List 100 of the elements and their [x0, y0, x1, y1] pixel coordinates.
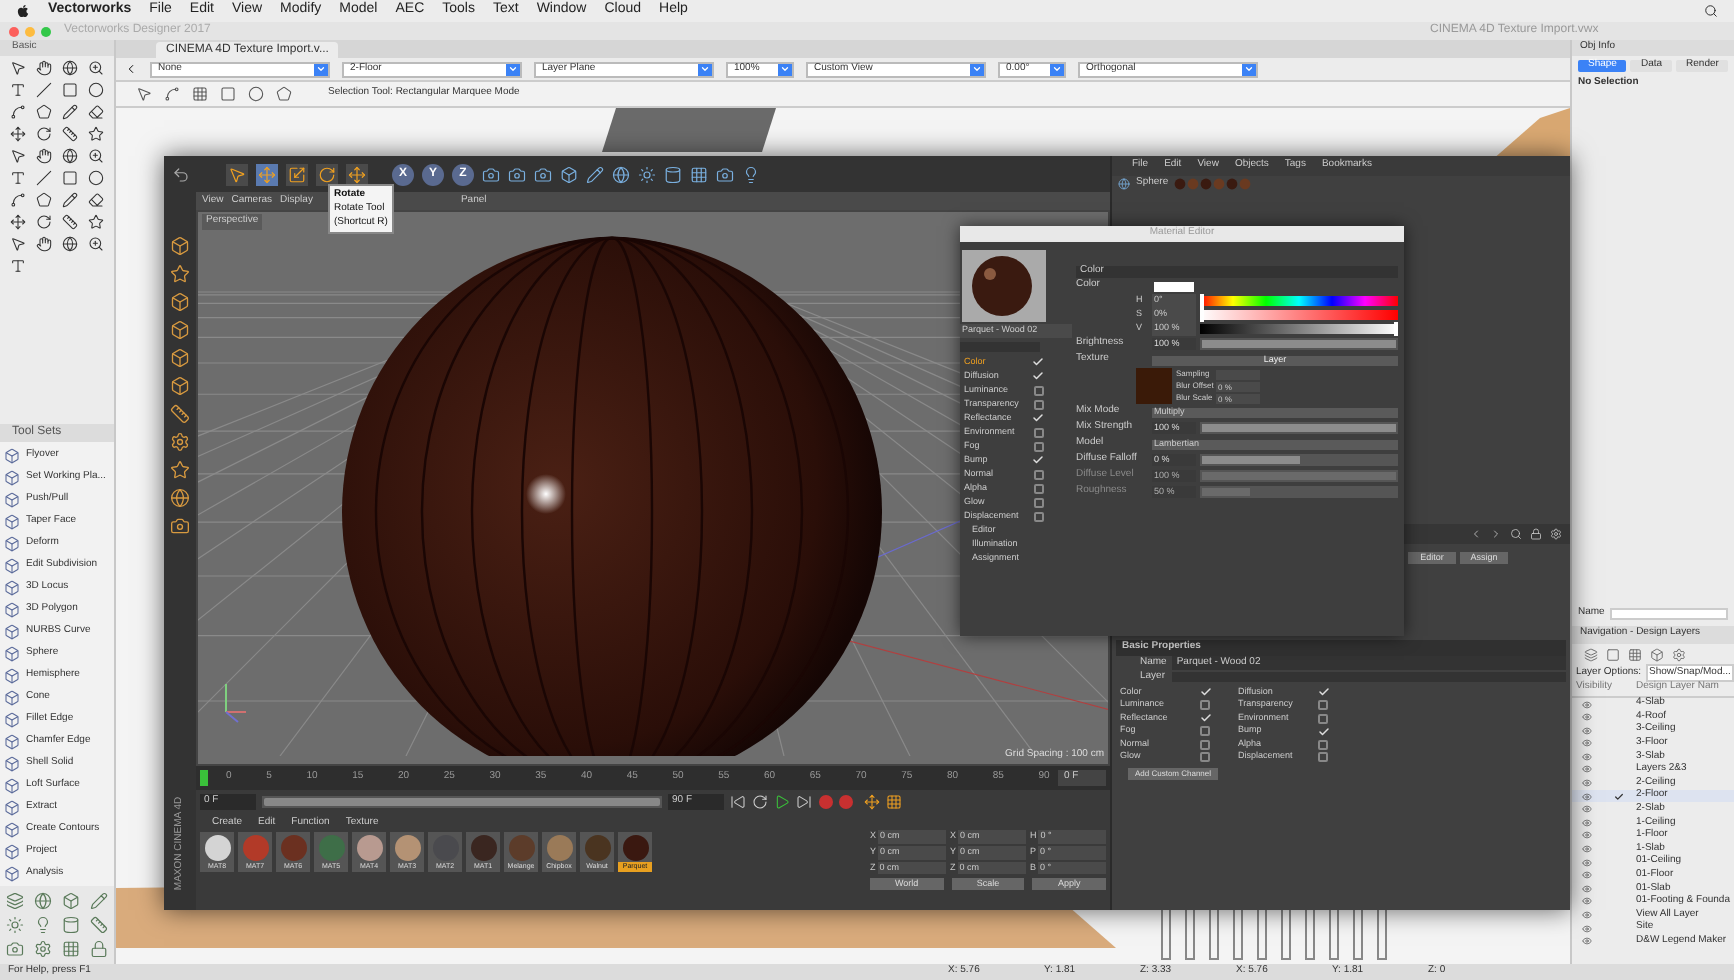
- globe-icon[interactable]: [62, 148, 79, 164]
- lightbulb-icon[interactable]: [742, 165, 760, 183]
- brightness-slider[interactable]: [1200, 324, 1398, 334]
- undo-icon[interactable]: [172, 165, 190, 183]
- rotate-icon[interactable]: [35, 126, 52, 142]
- checkbox[interactable]: [1318, 700, 1328, 711]
- grid-icon[interactable]: [1628, 647, 1642, 662]
- cube-icon[interactable]: [170, 292, 190, 312]
- checkbox[interactable]: [1034, 483, 1044, 494]
- sun-icon[interactable]: [6, 916, 24, 934]
- ruler-icon[interactable]: [62, 214, 79, 230]
- cube-icon[interactable]: [1650, 647, 1664, 662]
- gear-icon[interactable]: [34, 940, 52, 958]
- zoom-icon[interactable]: [88, 148, 105, 164]
- checkbox[interactable]: [1200, 739, 1210, 750]
- globe-icon[interactable]: [62, 60, 79, 76]
- layers-icon[interactable]: [1584, 647, 1598, 662]
- checkbox[interactable]: [1200, 700, 1210, 711]
- pointer-icon[interactable]: [9, 148, 26, 164]
- checkbox[interactable]: [1034, 399, 1044, 410]
- search-icon[interactable]: [1704, 4, 1718, 18]
- lock-icon[interactable]: [1530, 528, 1542, 540]
- pointer-icon[interactable]: [136, 86, 152, 102]
- slider-fill[interactable]: [1202, 456, 1299, 464]
- layers-icon[interactable]: [6, 892, 24, 910]
- curve-icon[interactable]: [9, 192, 26, 208]
- globe-icon[interactable]: [170, 488, 190, 508]
- cube-icon[interactable]: [170, 376, 190, 396]
- camera-icon[interactable]: [508, 165, 526, 183]
- pencil-icon[interactable]: [62, 192, 79, 208]
- ruler-icon[interactable]: [170, 404, 190, 424]
- star-icon[interactable]: [170, 460, 190, 480]
- pencil-icon[interactable]: [62, 104, 79, 120]
- globe-icon[interactable]: [612, 165, 630, 183]
- move-icon[interactable]: [9, 214, 26, 230]
- scale-icon[interactable]: [288, 165, 306, 183]
- checkbox[interactable]: [1034, 497, 1044, 508]
- back-icon[interactable]: [124, 62, 138, 76]
- skip-forward-icon[interactable]: [796, 794, 812, 810]
- zoom-icon[interactable]: [88, 60, 105, 76]
- text-icon[interactable]: [9, 82, 26, 98]
- polygon-icon[interactable]: [276, 86, 292, 102]
- camera-icon[interactable]: [482, 165, 500, 183]
- play-icon[interactable]: [774, 794, 790, 810]
- eraser-icon[interactable]: [88, 192, 105, 208]
- checkbox[interactable]: [1318, 739, 1328, 750]
- skip-back-icon[interactable]: [730, 794, 746, 810]
- camera-icon[interactable]: [170, 516, 190, 536]
- checkbox[interactable]: [1034, 441, 1044, 452]
- move-icon[interactable]: [864, 794, 880, 810]
- checkbox[interactable]: [1318, 752, 1328, 763]
- hand-icon[interactable]: [35, 60, 52, 76]
- grid-icon[interactable]: [690, 165, 708, 183]
- loop-icon[interactable]: [752, 794, 768, 810]
- grid-icon[interactable]: [192, 86, 208, 102]
- cube-icon[interactable]: [170, 320, 190, 340]
- hue-slider[interactable]: [1200, 296, 1398, 306]
- star-icon[interactable]: [170, 264, 190, 284]
- camera-icon[interactable]: [6, 940, 24, 958]
- text-icon[interactable]: [9, 258, 26, 274]
- checkbox[interactable]: [1034, 427, 1044, 438]
- search-field[interactable]: [960, 341, 1040, 352]
- zoom-icon[interactable]: [88, 236, 105, 252]
- star-icon[interactable]: [88, 126, 105, 142]
- gear-icon[interactable]: [1672, 647, 1686, 662]
- eraser-icon[interactable]: [88, 104, 105, 120]
- hand-icon[interactable]: [35, 236, 52, 252]
- color-swatch[interactable]: [1154, 281, 1194, 291]
- curve-icon[interactable]: [164, 86, 180, 102]
- globe-icon[interactable]: [62, 236, 79, 252]
- checkbox[interactable]: [1318, 713, 1328, 724]
- star-icon[interactable]: [88, 214, 105, 230]
- curve-icon[interactable]: [9, 104, 26, 120]
- pointer-icon[interactable]: [9, 60, 26, 76]
- camera-icon[interactable]: [716, 165, 734, 183]
- pointer-icon[interactable]: [9, 236, 26, 252]
- ruler-icon[interactable]: [62, 126, 79, 142]
- cylinder-icon[interactable]: [62, 916, 80, 934]
- lock-icon[interactable]: [90, 940, 108, 958]
- pen-icon[interactable]: [586, 165, 604, 183]
- hand-icon[interactable]: [35, 148, 52, 164]
- rotate-icon[interactable]: [318, 165, 336, 183]
- sun-icon[interactable]: [638, 165, 656, 183]
- move-icon[interactable]: [9, 126, 26, 142]
- square-icon[interactable]: [1606, 647, 1620, 662]
- name-field[interactable]: [1610, 607, 1728, 620]
- apple-logo-icon[interactable]: [16, 4, 30, 18]
- cube-icon[interactable]: [170, 348, 190, 368]
- cube-icon[interactable]: [560, 165, 578, 183]
- polygon-icon[interactable]: [35, 192, 52, 208]
- saturation-slider[interactable]: [1200, 310, 1398, 320]
- circle-icon[interactable]: [88, 82, 105, 98]
- checkbox[interactable]: [1034, 385, 1044, 396]
- checkbox[interactable]: [1200, 726, 1210, 737]
- grid-icon[interactable]: [886, 794, 902, 810]
- camera-icon[interactable]: [534, 165, 552, 183]
- polygon-icon[interactable]: [35, 104, 52, 120]
- grid-icon[interactable]: [62, 940, 80, 958]
- number-field[interactable]: [1216, 369, 1260, 379]
- circle-icon[interactable]: [88, 170, 105, 186]
